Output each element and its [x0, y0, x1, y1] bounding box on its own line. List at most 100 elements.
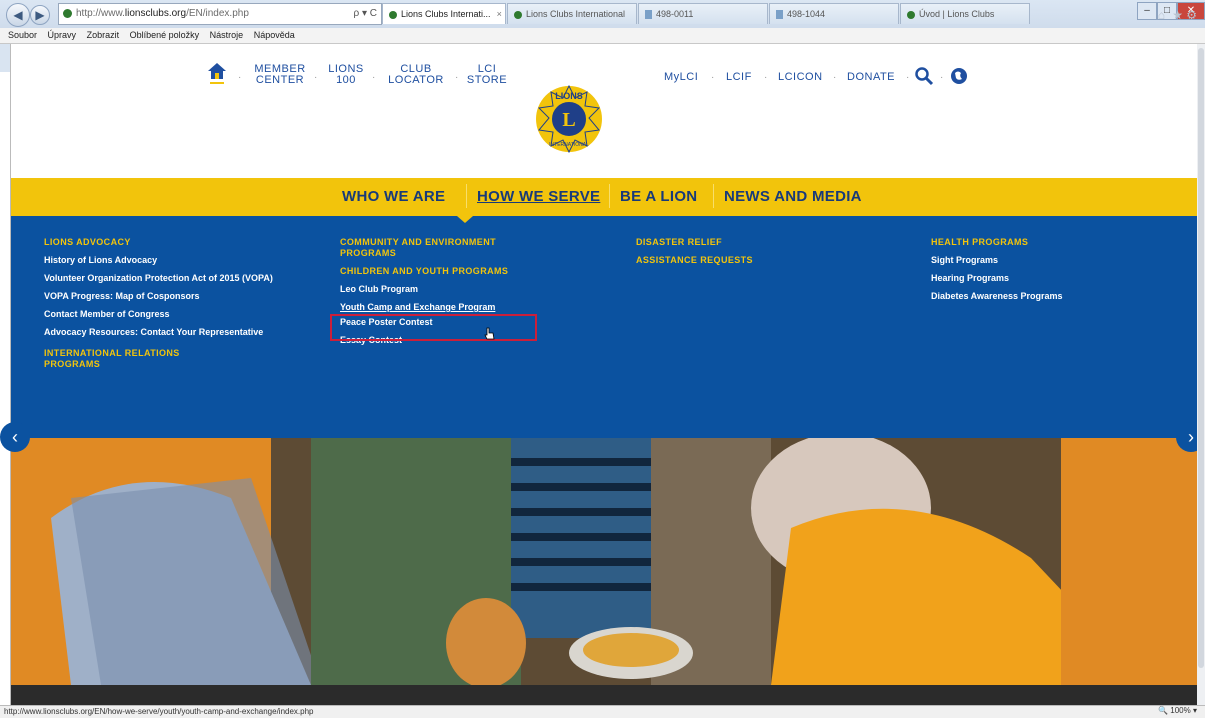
nav-separator: ·	[455, 72, 459, 83]
lci-store-link[interactable]: LCI STORE	[466, 64, 508, 86]
tab[interactable]: Lions Clubs International	[507, 3, 637, 24]
menu-heading-health-programs[interactable]: HEALTH PROGRAMS	[931, 237, 1161, 248]
carousel-prev-button[interactable]: ‹	[0, 422, 30, 452]
nav-how-we-serve[interactable]: HOW WE SERVE	[477, 188, 600, 205]
tab[interactable]: Úvod | Lions Clubs	[900, 3, 1030, 24]
svg-text:LIONS: LIONS	[555, 91, 583, 101]
menu-link[interactable]: Contact Member of Congress	[44, 309, 284, 320]
menu-item-view[interactable]: Zobrazit	[87, 30, 120, 40]
menu-item-tools[interactable]: Nástroje	[210, 30, 244, 40]
donate-link[interactable]: DONATE	[847, 72, 895, 83]
tab-label: Lions Clubs Internati...	[401, 9, 491, 19]
highlight-box	[330, 314, 537, 341]
document-icon	[776, 10, 783, 20]
nav-news-and-media[interactable]: NEWS AND MEDIA	[724, 188, 862, 205]
menu-item-help[interactable]: Nápověda	[254, 30, 295, 40]
menu-link[interactable]: History of Lions Advocacy	[44, 255, 284, 266]
club-locator-link[interactable]: CLUB LOCATOR	[384, 64, 448, 86]
menu-item-edit[interactable]: Úpravy	[48, 30, 77, 40]
nav-who-we-are[interactable]: WHO WE ARE	[342, 188, 445, 205]
menu-heading-lions-advocacy[interactable]: LIONS ADVOCACY	[44, 237, 284, 248]
menu-link-youth-camp[interactable]: Youth Camp and Exchange Program	[340, 302, 570, 313]
menu-heading-community-environment[interactable]: COMMUNITY AND ENVIRONMENT PROGRAMS	[340, 237, 555, 259]
favorites-star-icon[interactable]: ★	[1172, 8, 1183, 22]
main-nav-divider	[609, 184, 610, 208]
svg-text:L: L	[562, 109, 575, 131]
minimize-button[interactable]: –	[1137, 2, 1157, 20]
search-icon[interactable]	[914, 66, 934, 86]
menu-link-hearing[interactable]: Hearing Programs	[931, 273, 1161, 284]
nav-separator: ·	[764, 72, 768, 83]
tab-label: Lions Clubs International	[526, 9, 626, 19]
tab-label: 498-0011	[656, 9, 694, 19]
menu-link-sight[interactable]: Sight Programs	[931, 255, 1161, 266]
globe-icon[interactable]	[949, 66, 969, 86]
home-icon[interactable]	[207, 61, 227, 81]
nav-separator: ·	[906, 72, 910, 83]
menu-link[interactable]: Volunteer Organization Protection Act of…	[44, 273, 276, 284]
menu-link-leo-club[interactable]: Leo Club Program	[340, 284, 570, 295]
tab-favicon-icon	[907, 10, 915, 19]
main-nav-divider	[713, 184, 714, 208]
nav-separator: ·	[940, 72, 944, 83]
nav-be-a-lion[interactable]: BE A LION	[620, 188, 697, 205]
lcif-link[interactable]: LCIF	[726, 72, 752, 83]
address-tools-icon[interactable]: ρ ▾ C	[354, 4, 378, 24]
mega-column-disaster: DISASTER RELIEF ASSISTANCE REQUESTS	[636, 237, 836, 273]
home-browser-icon[interactable]: ⌂	[1158, 8, 1165, 22]
menu-bar: Soubor Úpravy Zobrazit Oblíbené položky …	[0, 28, 1205, 44]
menu-item-favorites[interactable]: Oblíbené položky	[130, 30, 200, 40]
main-nav-divider	[466, 184, 467, 208]
status-bar: http://www.lionsclubs.org/EN/how-we-serv…	[0, 705, 1205, 718]
forward-button[interactable]: ▶	[30, 5, 50, 25]
footer-bar	[11, 685, 1197, 705]
nav-separator: ·	[372, 72, 376, 83]
menu-heading-assistance-requests[interactable]: ASSISTANCE REQUESTS	[636, 255, 836, 266]
menu-link[interactable]: Advocacy Resources: Contact Your Represe…	[44, 327, 264, 338]
member-center-link[interactable]: MEMBER CENTER	[250, 64, 310, 86]
tab-label: 498-1044	[787, 9, 826, 19]
menu-link-diabetes[interactable]: Diabetes Awareness Programs	[931, 291, 1161, 302]
menu-heading-international-relations[interactable]: INTERNATIONAL RELATIONS PROGRAMS	[44, 348, 229, 370]
status-url: http://www.lionsclubs.org/EN/how-we-serv…	[4, 707, 314, 716]
hero-photo	[11, 438, 1197, 685]
menu-item-file[interactable]: Soubor	[8, 30, 37, 40]
menu-heading-children-youth[interactable]: CHILDREN AND YOUTH PROGRAMS	[340, 266, 570, 277]
svg-text:INTERNATIONAL: INTERNATIONAL	[549, 142, 589, 148]
hero-image	[11, 438, 1197, 685]
tab-favicon-icon	[389, 10, 397, 19]
mega-menu-pointer	[457, 216, 473, 223]
tab[interactable]: 498-0011	[638, 3, 768, 24]
nav-separator: ·	[711, 72, 715, 83]
mega-column-health: HEALTH PROGRAMS Sight Programs Hearing P…	[931, 237, 1161, 309]
mylci-link[interactable]: MyLCI	[664, 72, 698, 83]
nav-separator: ·	[314, 72, 318, 83]
address-path: /EN/index.php	[186, 8, 249, 19]
tab-label: Úvod | Lions Clubs	[919, 9, 995, 19]
home-underline	[210, 82, 224, 84]
settings-gear-icon[interactable]: ⚙	[1186, 8, 1197, 22]
site-favicon-icon	[63, 8, 72, 18]
tab-active[interactable]: Lions Clubs Internati... ×	[382, 3, 506, 24]
main-nav-bar	[11, 178, 1197, 216]
menu-heading-disaster-relief[interactable]: DISASTER RELIEF	[636, 237, 836, 248]
scrollbar-thumb[interactable]	[1198, 48, 1204, 668]
lions-logo[interactable]: L LIONS INTERNATIONAL	[535, 84, 603, 154]
back-button[interactable]: ◀	[6, 3, 30, 27]
lions-100-link[interactable]: LIONS 100	[326, 64, 366, 86]
tab[interactable]: 498-1044	[769, 3, 899, 24]
tab-close-icon[interactable]: ×	[497, 9, 502, 19]
mega-column-advocacy: LIONS ADVOCACY History of Lions Advocacy…	[44, 237, 284, 377]
hand-cursor-icon	[484, 327, 495, 340]
address-bar[interactable]: http://www.lionsclubs.org/EN/index.php ρ…	[58, 3, 382, 25]
menu-link[interactable]: VOPA Progress: Map of Cosponsors	[44, 291, 284, 302]
address-prefix: http://www.	[76, 8, 125, 19]
tab-favicon-icon	[514, 10, 522, 19]
zoom-level[interactable]: 🔍 100% ▾	[1158, 705, 1197, 717]
nav-separator: ·	[833, 72, 837, 83]
zoom-value: 100%	[1170, 706, 1191, 715]
lcicon-link[interactable]: LCICON	[778, 72, 823, 83]
document-icon	[645, 10, 652, 20]
nav-separator: ·	[238, 72, 242, 83]
address-domain: lionsclubs.org	[124, 8, 187, 19]
